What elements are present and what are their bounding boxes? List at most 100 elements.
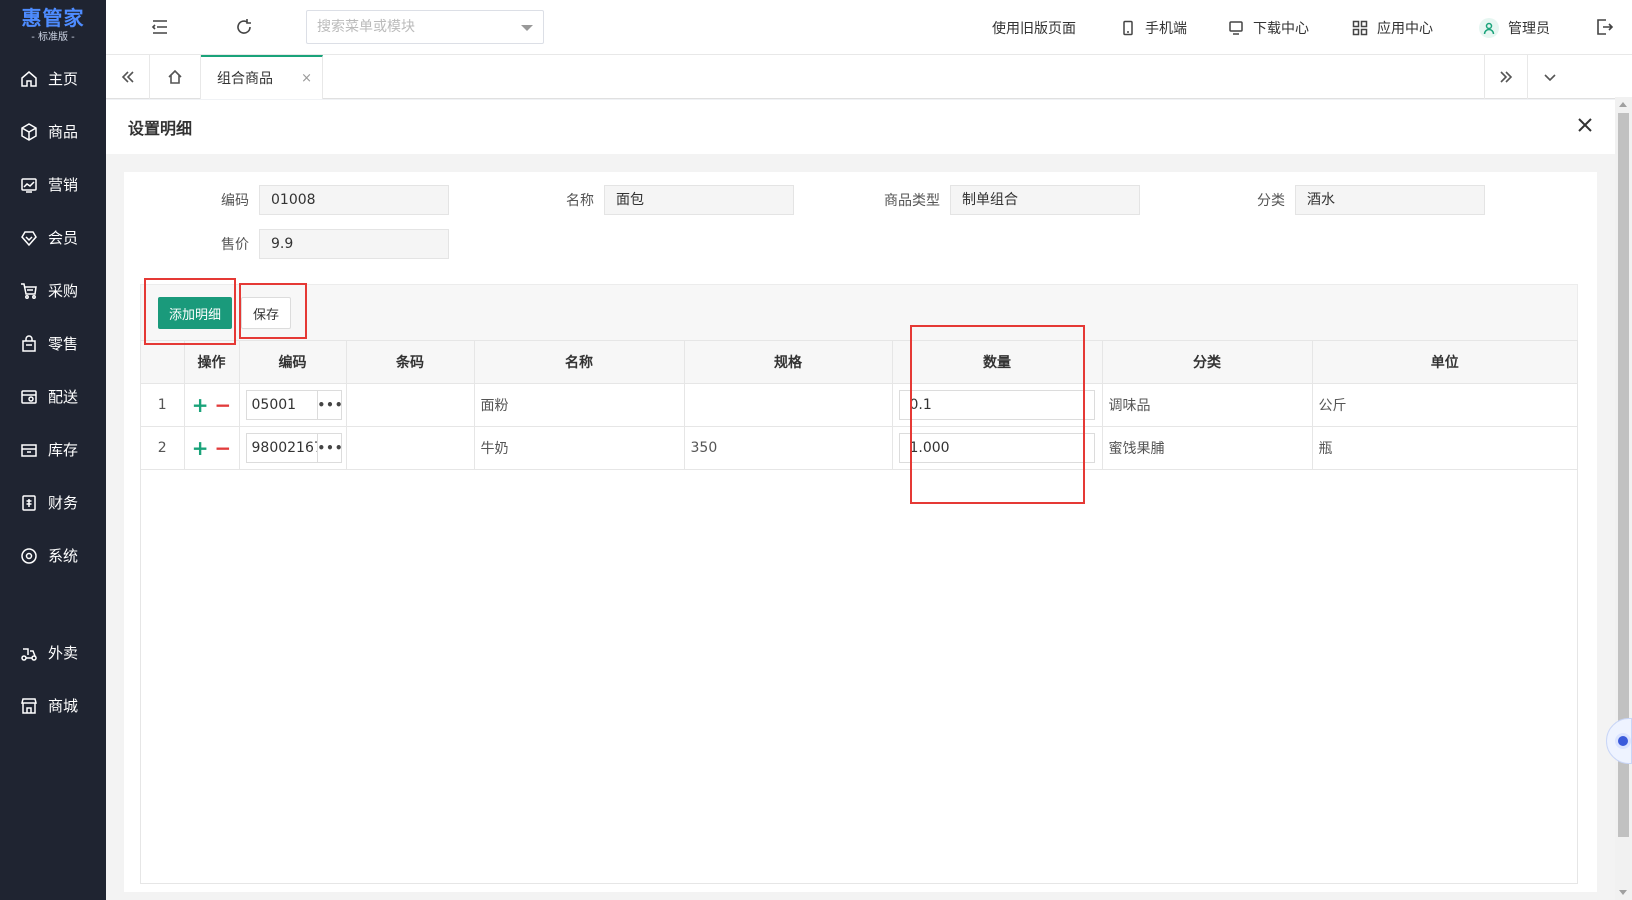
apps-label: 应用中心 xyxy=(1377,20,1433,37)
spec-cell xyxy=(684,383,893,427)
sidebar-item-label: 零售 xyxy=(48,335,79,353)
row-index: 2 xyxy=(141,426,185,470)
col-header-name: 名称 xyxy=(474,341,685,384)
user-menu[interactable]: 管理员 xyxy=(1479,0,1550,55)
row-actions: + − xyxy=(184,383,240,427)
tab-combo-goods[interactable]: 组合商品 × xyxy=(201,55,323,99)
save-button[interactable]: 保存 xyxy=(241,297,291,329)
category-label: 分类 xyxy=(1257,193,1285,209)
code-picker[interactable]: ••• xyxy=(245,389,344,420)
add-detail-button[interactable]: 添加明细 xyxy=(158,297,232,329)
brand-edition: - 标准版 - xyxy=(31,32,75,43)
user-name: 管理员 xyxy=(1508,20,1550,37)
avatar xyxy=(1479,17,1499,38)
sidebar-item-goods[interactable]: 商品 xyxy=(0,105,106,158)
menu-search[interactable] xyxy=(306,10,544,44)
old-page-link[interactable]: 使用旧版页面 xyxy=(992,0,1076,55)
sidebar-item-marketing[interactable]: 营销 xyxy=(0,158,106,211)
col-header-category: 分类 xyxy=(1102,341,1313,384)
page-scrollbar[interactable] xyxy=(1615,97,1632,900)
tabs-scroll-left-button[interactable] xyxy=(106,55,150,99)
code-picker[interactable]: ••• xyxy=(245,432,344,463)
warehouse-icon xyxy=(21,443,37,457)
name-field: 面包 xyxy=(604,185,794,215)
row-index: 1 xyxy=(141,383,185,427)
phone-icon xyxy=(1123,20,1133,35)
finance-icon xyxy=(22,494,36,511)
detail-toolbar: 添加明细 保存 xyxy=(140,284,1578,340)
more-icon[interactable]: ••• xyxy=(316,390,344,419)
sidebar-item-label: 商品 xyxy=(48,123,79,141)
box-icon xyxy=(21,122,37,141)
detail-table: 操作 编码 条码 名称 规格 数量 分类 单位 1 + − 05001 ••• … xyxy=(140,340,1578,884)
sidebar-item-label: 财务 xyxy=(48,494,79,512)
sidebar-item-label: 配送 xyxy=(48,388,79,406)
close-icon[interactable]: × xyxy=(301,71,312,86)
tab-bar: 组合商品 × xyxy=(106,55,1632,99)
download-label: 下载中心 xyxy=(1253,20,1309,37)
code-field: 01008 xyxy=(259,185,449,215)
table-header-row: 操作 编码 条码 名称 规格 数量 分类 单位 xyxy=(141,341,1577,384)
quantity-cell xyxy=(892,426,1103,470)
name-cell: 面粉 xyxy=(474,383,685,427)
app-center-link[interactable]: 应用中心 xyxy=(1352,0,1433,55)
code-input[interactable] xyxy=(246,390,317,419)
sidebar-item-mall[interactable]: 商城 xyxy=(0,679,106,732)
chevron-down-icon[interactable] xyxy=(521,25,533,31)
scroll-up-arrow[interactable] xyxy=(1619,102,1627,107)
add-row-button[interactable]: + xyxy=(192,393,209,417)
tabs-dropdown-button[interactable] xyxy=(1528,55,1572,99)
scroll-down-arrow[interactable] xyxy=(1619,890,1627,895)
add-row-button[interactable]: + xyxy=(192,436,209,460)
type-field: 制单组合 xyxy=(950,185,1140,215)
col-header-code: 编码 xyxy=(239,341,347,384)
quantity-input[interactable] xyxy=(898,432,1095,463)
download-center-link[interactable]: 下载中心 xyxy=(1228,0,1309,55)
tab-home[interactable] xyxy=(150,55,201,99)
code-input[interactable] xyxy=(246,433,317,462)
more-icon[interactable]: ••• xyxy=(316,433,344,462)
chart-icon xyxy=(21,177,37,193)
name-cell: 牛奶 xyxy=(474,426,685,470)
tabs-scroll-right-button[interactable] xyxy=(1484,55,1528,99)
search-input[interactable] xyxy=(307,11,507,43)
close-panel-button[interactable] xyxy=(1575,115,1595,135)
remove-row-button[interactable]: − xyxy=(215,436,232,460)
user-icon xyxy=(1483,22,1495,34)
tab-label: 组合商品 xyxy=(217,71,273,87)
sidebar-item-inventory[interactable]: 库存 xyxy=(0,423,106,476)
brand-logo[interactable]: 惠管家 - 标准版 - xyxy=(0,0,106,52)
sidebar-item-purchase[interactable]: 采购 xyxy=(0,264,106,317)
col-header-quantity: 数量 xyxy=(892,341,1103,384)
table-row: 2 +− ••• 牛奶 350 xyxy=(141,426,1577,470)
col-header-barcode: 条码 xyxy=(346,341,475,384)
quantity-input[interactable] xyxy=(898,389,1095,420)
detail-panel: 设置明细 编码 01008 名称 面包 商品类型 制单组合 分类 酒水 售价 9… xyxy=(106,100,1615,900)
barcode-cell xyxy=(346,383,475,427)
remove-row-button[interactable]: − xyxy=(215,393,232,417)
sidebar-item-label: 商城 xyxy=(48,697,79,715)
menu-collapse-icon[interactable] xyxy=(150,17,170,37)
settings-icon xyxy=(21,547,37,564)
mobile-label: 手机端 xyxy=(1145,20,1187,37)
sidebar-item-takeout[interactable]: 外卖 xyxy=(0,626,106,679)
diamond-icon xyxy=(21,230,37,246)
mobile-link[interactable]: 手机端 xyxy=(1120,0,1187,55)
bot-eye-icon xyxy=(1615,733,1631,749)
quantity-cell xyxy=(892,383,1103,427)
top-header: 使用旧版页面 手机端 下载中心 应用中心 管理员 xyxy=(106,0,1632,55)
type-label: 商品类型 xyxy=(884,193,940,209)
category-field: 酒水 xyxy=(1295,185,1485,215)
sidebar-item-system[interactable]: 系统 xyxy=(0,529,106,582)
sidebar-item-retail[interactable]: 零售 xyxy=(0,317,106,370)
double-chevron-right-icon xyxy=(1500,71,1513,83)
logout-icon[interactable] xyxy=(1594,17,1614,37)
sidebar-item-member[interactable]: 会员 xyxy=(0,211,106,264)
sidebar-item-home[interactable]: 主页 xyxy=(0,52,106,105)
price-label: 售价 xyxy=(221,237,249,253)
sidebar-item-label: 会员 xyxy=(48,229,79,247)
refresh-icon[interactable] xyxy=(234,17,254,37)
sidebar-item-delivery[interactable]: 配送 xyxy=(0,370,106,423)
sidebar-item-finance[interactable]: 财务 xyxy=(0,476,106,529)
